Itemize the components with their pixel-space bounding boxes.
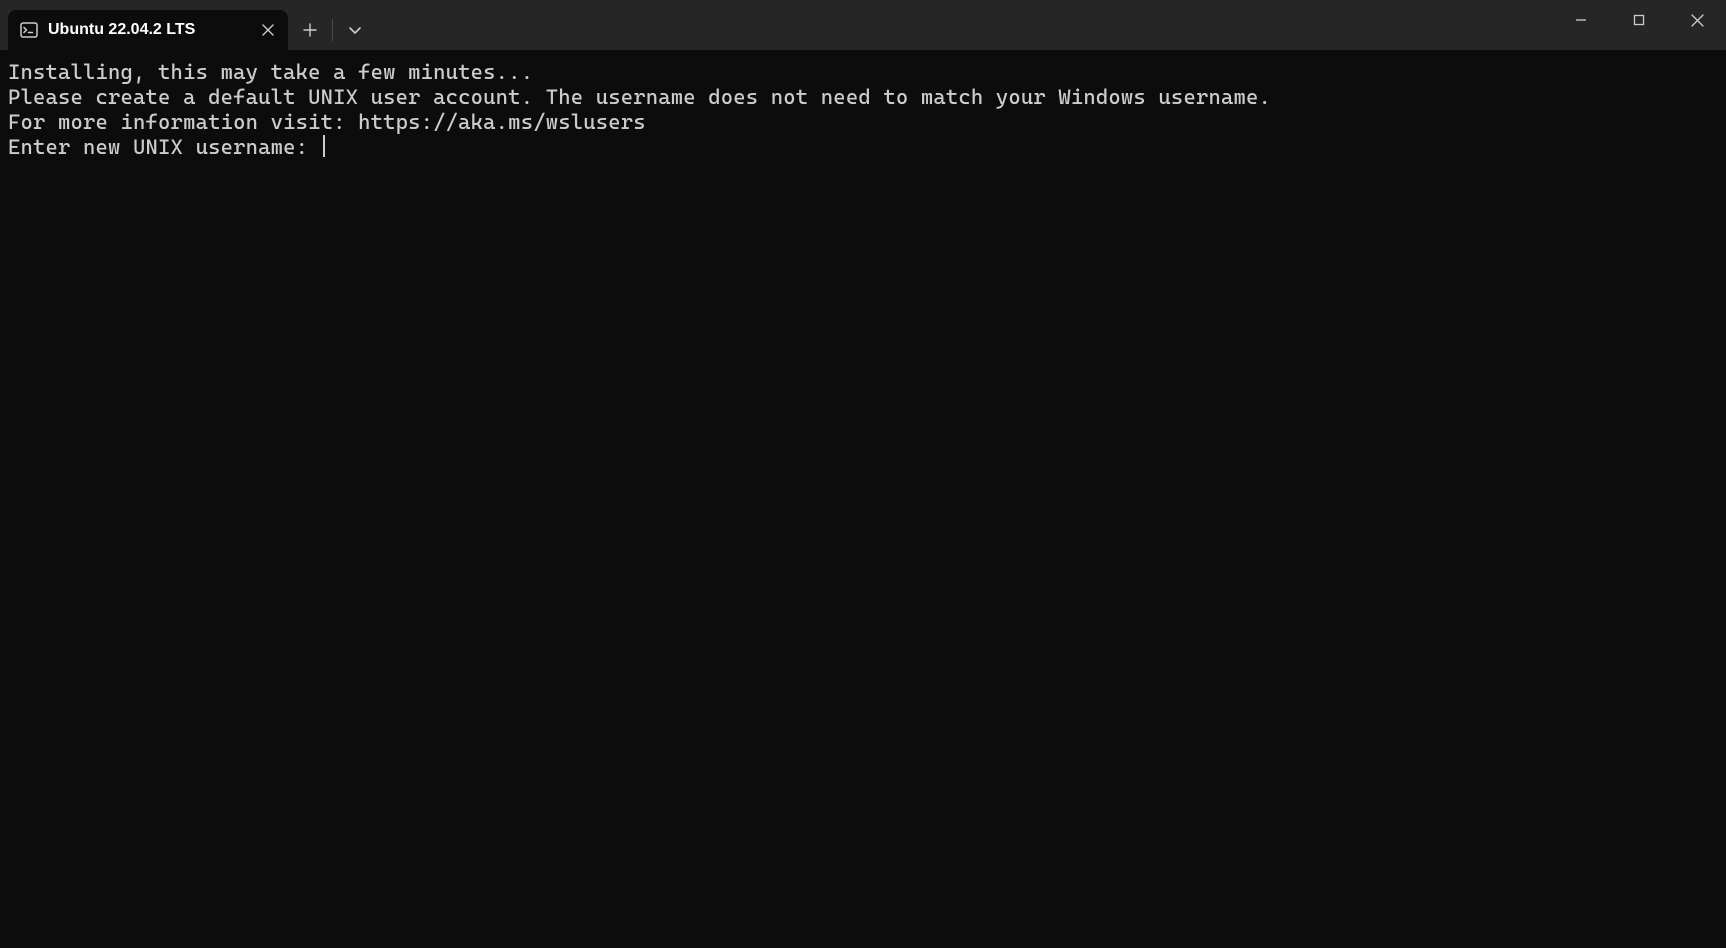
terminal-prompt: Enter new UNIX username: [8, 135, 321, 159]
tab-actions [290, 10, 375, 50]
tab-title: Ubuntu 22.04.2 LTS [48, 21, 248, 39]
tab-dropdown-button[interactable] [335, 10, 375, 50]
cursor [323, 135, 325, 157]
close-window-button[interactable] [1668, 0, 1726, 40]
terminal-line: Please create a default UNIX user accoun… [8, 85, 1271, 109]
title-bar: Ubuntu 22.04.2 LTS [0, 0, 1726, 50]
terminal-body[interactable]: Installing, this may take a few minutes.… [0, 50, 1726, 948]
window-controls [1552, 0, 1726, 50]
tab-ubuntu[interactable]: Ubuntu 22.04.2 LTS [8, 10, 288, 50]
terminal-icon [20, 21, 38, 39]
close-tab-button[interactable] [258, 20, 278, 40]
minimize-button[interactable] [1552, 0, 1610, 40]
new-tab-button[interactable] [290, 10, 330, 50]
terminal-line: Installing, this may take a few minutes.… [8, 60, 533, 84]
divider [332, 19, 333, 41]
maximize-button[interactable] [1610, 0, 1668, 40]
terminal-line: For more information visit: https://aka.… [8, 110, 646, 134]
